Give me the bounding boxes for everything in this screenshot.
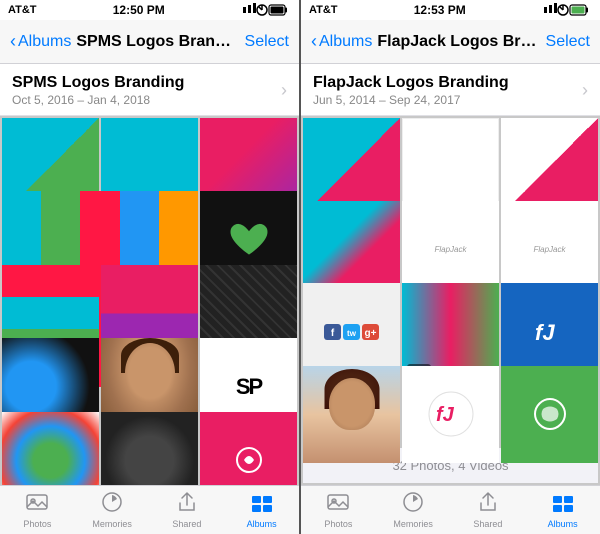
select-button-left[interactable]: Select xyxy=(245,33,289,51)
photo-cell[interactable] xyxy=(200,412,297,485)
status-icons-right xyxy=(542,3,592,17)
tab-memories-right[interactable]: Memories xyxy=(376,491,451,529)
tab-bar-right: Photos Memories Shared Albums xyxy=(301,485,600,534)
left-phone: AT&T 12:50 PM ‹ Albums SPMS Logos Brandi… xyxy=(0,0,299,534)
chevron-right-icon-right: › xyxy=(582,80,588,101)
status-bar-left: AT&T 12:50 PM xyxy=(0,0,299,20)
album-header-right: FlapJack Logos Branding Jun 5, 2014 – Se… xyxy=(301,64,600,116)
nav-title-right: FlapJack Logos Branding xyxy=(372,33,545,51)
back-button-left[interactable]: ‹ Albums xyxy=(10,32,71,52)
photos-icon-right xyxy=(327,491,349,517)
nav-bar-left: ‹ Albums SPMS Logos Branding Select xyxy=(0,20,299,64)
album-date-right: Jun 5, 2014 – Sep 24, 2017 xyxy=(313,93,509,107)
tab-label-albums-right: Albums xyxy=(548,519,578,529)
tab-label-memories-right: Memories xyxy=(393,519,433,529)
tab-label-shared-right: Shared xyxy=(473,519,502,529)
shared-icon-left xyxy=(176,491,198,517)
albums-icon-left xyxy=(251,491,273,517)
carrier-left: AT&T xyxy=(8,4,37,16)
tab-label-photos-right: Photos xyxy=(324,519,352,529)
carrier-right: AT&T xyxy=(309,4,338,16)
album-header-info-right: FlapJack Logos Branding Jun 5, 2014 – Se… xyxy=(313,74,509,107)
status-icons-left xyxy=(241,3,291,17)
tab-shared-right[interactable]: Shared xyxy=(451,491,526,529)
tab-albums-left[interactable]: Albums xyxy=(224,491,299,529)
album-date-left: Oct 5, 2016 – Jan 4, 2018 xyxy=(12,93,184,107)
chevron-right-icon-left: › xyxy=(281,80,287,101)
svg-text:tw: tw xyxy=(347,329,357,338)
album-header-left: SPMS Logos Branding Oct 5, 2016 – Jan 4,… xyxy=(0,64,299,116)
time-left: 12:50 PM xyxy=(113,3,165,17)
tab-bar-left: Photos Memories Shared Albums xyxy=(0,485,299,534)
tab-shared-left[interactable]: Shared xyxy=(150,491,225,529)
status-bar-right: AT&T 12:53 PM xyxy=(301,0,600,20)
right-phone: AT&T 12:53 PM ‹ Albums FlapJack Logos Br… xyxy=(301,0,600,534)
sp-logo: SP xyxy=(236,374,261,400)
back-label-left: Albums xyxy=(18,33,71,51)
tab-label-memories-left: Memories xyxy=(92,519,132,529)
photo-cell[interactable] xyxy=(101,412,198,485)
tab-label-shared-left: Shared xyxy=(172,519,201,529)
memories-icon-right xyxy=(402,491,424,517)
chevron-left-icon-right: ‹ xyxy=(311,31,317,52)
back-button-right[interactable]: ‹ Albums xyxy=(311,32,372,52)
svg-text:g+: g+ xyxy=(365,328,377,339)
chevron-left-icon: ‹ xyxy=(10,31,16,52)
photo-grid-left: 0:04 SP xyxy=(0,116,299,485)
tab-albums-right[interactable]: Albums xyxy=(525,491,600,529)
tab-photos-left[interactable]: Photos xyxy=(0,491,75,529)
album-name-left: SPMS Logos Branding xyxy=(12,74,184,92)
svg-text:fJ: fJ xyxy=(436,404,455,426)
nav-title-left: SPMS Logos Branding xyxy=(71,33,244,51)
photo-cell-fj-portrait[interactable] xyxy=(303,366,400,463)
back-label-right: Albums xyxy=(319,33,372,51)
time-right: 12:53 PM xyxy=(414,3,466,17)
photo-cell-fj-logo-center[interactable]: fJ xyxy=(402,366,499,463)
album-name-right: FlapJack Logos Branding xyxy=(313,74,509,92)
nav-bar-right: ‹ Albums FlapJack Logos Branding Select xyxy=(301,20,600,64)
shared-icon-right xyxy=(477,491,499,517)
photo-cell-fj-green[interactable] xyxy=(501,366,598,463)
select-button-right[interactable]: Select xyxy=(546,33,590,51)
album-header-info-left: SPMS Logos Branding Oct 5, 2016 – Jan 4,… xyxy=(12,74,184,107)
tab-photos-right[interactable]: Photos xyxy=(301,491,376,529)
tab-label-albums-left: Albums xyxy=(247,519,277,529)
photo-grid-right: FlapJack FlapJack f tw g+ xyxy=(301,116,600,485)
tab-label-photos-left: Photos xyxy=(23,519,51,529)
tab-memories-left[interactable]: Memories xyxy=(75,491,150,529)
svg-text:fJ: fJ xyxy=(535,320,555,345)
photo-cell[interactable] xyxy=(2,412,99,485)
albums-icon-right xyxy=(552,491,574,517)
photos-icon xyxy=(26,491,48,517)
memories-icon xyxy=(101,491,123,517)
